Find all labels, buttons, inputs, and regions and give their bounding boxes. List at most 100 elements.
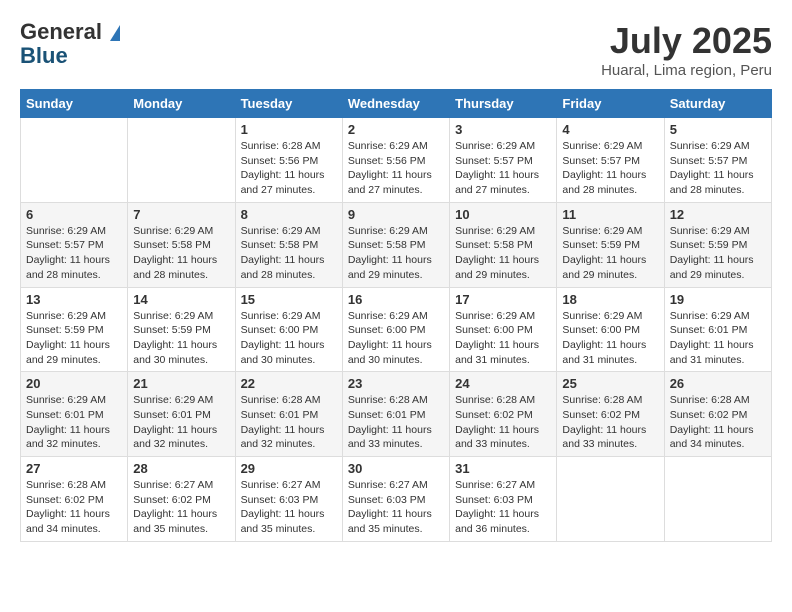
day-cell: 30 Sunrise: 6:27 AM Sunset: 6:03 PM Dayli… — [342, 457, 449, 542]
day-number: 16 — [348, 292, 444, 307]
weekday-header-row: SundayMondayTuesdayWednesdayThursdayFrid… — [21, 90, 772, 118]
day-number: 11 — [562, 207, 658, 222]
day-cell: 3 Sunrise: 6:29 AM Sunset: 5:57 PM Daylig… — [450, 118, 557, 203]
day-info: Sunrise: 6:29 AM Sunset: 6:00 PM Dayligh… — [562, 309, 658, 368]
day-cell: 15 Sunrise: 6:29 AM Sunset: 6:00 PM Dayli… — [235, 287, 342, 372]
day-info: Sunrise: 6:29 AM Sunset: 5:57 PM Dayligh… — [670, 139, 766, 198]
day-cell: 24 Sunrise: 6:28 AM Sunset: 6:02 PM Dayli… — [450, 372, 557, 457]
day-number: 5 — [670, 122, 766, 137]
day-number: 3 — [455, 122, 551, 137]
weekday-header-thursday: Thursday — [450, 90, 557, 118]
day-cell — [557, 457, 664, 542]
day-number: 27 — [26, 461, 122, 476]
day-number: 9 — [348, 207, 444, 222]
day-info: Sunrise: 6:29 AM Sunset: 6:00 PM Dayligh… — [455, 309, 551, 368]
day-cell — [664, 457, 771, 542]
weekday-header-monday: Monday — [128, 90, 235, 118]
day-number: 19 — [670, 292, 766, 307]
day-cell: 7 Sunrise: 6:29 AM Sunset: 5:58 PM Daylig… — [128, 202, 235, 287]
day-cell: 5 Sunrise: 6:29 AM Sunset: 5:57 PM Daylig… — [664, 118, 771, 203]
week-row-1: 1Sunrise: 6:28 AM Sunset: 5:56 PM Daylig… — [21, 118, 772, 203]
weekday-header-tuesday: Tuesday — [235, 90, 342, 118]
day-cell: 21 Sunrise: 6:29 AM Sunset: 6:01 PM Dayli… — [128, 372, 235, 457]
day-number: 15 — [241, 292, 337, 307]
day-cell: 16 Sunrise: 6:29 AM Sunset: 6:00 PM Dayli… — [342, 287, 449, 372]
day-cell: 29Sunrise: 6:27 AM Sunset: 6:03 PM Dayli… — [235, 457, 342, 542]
day-number: 30 — [348, 461, 444, 476]
day-number: 14 — [133, 292, 229, 307]
day-cell: 4 Sunrise: 6:29 AM Sunset: 5:57 PM Daylig… — [557, 118, 664, 203]
day-number: 8 — [241, 207, 337, 222]
day-cell: 19 Sunrise: 6:29 AM Sunset: 6:01 PM Dayli… — [664, 287, 771, 372]
day-info: Sunrise: 6:28 AM Sunset: 6:01 PM Dayligh… — [241, 393, 337, 452]
day-info: Sunrise: 6:28 AM Sunset: 6:02 PM Dayligh… — [562, 393, 658, 452]
day-info: Sunrise: 6:27 AM Sunset: 6:03 PM Dayligh… — [348, 478, 444, 537]
day-cell: 6Sunrise: 6:29 AM Sunset: 5:57 PM Daylig… — [21, 202, 128, 287]
day-cell: 2 Sunrise: 6:29 AM Sunset: 5:56 PM Daylig… — [342, 118, 449, 203]
day-info: Sunrise: 6:27 AM Sunset: 6:02 PM Dayligh… — [133, 478, 229, 537]
day-info: Sunrise: 6:29 AM Sunset: 5:57 PM Dayligh… — [26, 224, 122, 283]
day-info: Sunrise: 6:28 AM Sunset: 6:02 PM Dayligh… — [670, 393, 766, 452]
day-number: 28 — [133, 461, 229, 476]
day-info: Sunrise: 6:29 AM Sunset: 5:58 PM Dayligh… — [133, 224, 229, 283]
day-number: 29 — [241, 461, 337, 476]
day-info: Sunrise: 6:28 AM Sunset: 6:02 PM Dayligh… — [455, 393, 551, 452]
day-cell: 9Sunrise: 6:29 AM Sunset: 5:58 PM Daylig… — [342, 202, 449, 287]
weekday-header-wednesday: Wednesday — [342, 90, 449, 118]
weekday-header-saturday: Saturday — [664, 90, 771, 118]
day-number: 22 — [241, 376, 337, 391]
day-info: Sunrise: 6:27 AM Sunset: 6:03 PM Dayligh… — [455, 478, 551, 537]
day-info: Sunrise: 6:29 AM Sunset: 6:01 PM Dayligh… — [133, 393, 229, 452]
day-cell: 20 Sunrise: 6:29 AM Sunset: 6:01 PM Dayli… — [21, 372, 128, 457]
weekday-header-friday: Friday — [557, 90, 664, 118]
day-cell: 13 Sunrise: 6:29 AM Sunset: 5:59 PM Dayli… — [21, 287, 128, 372]
logo-blue: Blue — [20, 44, 120, 68]
weekday-header-sunday: Sunday — [21, 90, 128, 118]
day-cell: 28 Sunrise: 6:27 AM Sunset: 6:02 PM Dayli… — [128, 457, 235, 542]
calendar-table: SundayMondayTuesdayWednesdayThursdayFrid… — [20, 89, 772, 542]
day-cell: 1Sunrise: 6:28 AM Sunset: 5:56 PM Daylig… — [235, 118, 342, 203]
day-number: 25 — [562, 376, 658, 391]
day-info: Sunrise: 6:29 AM Sunset: 6:01 PM Dayligh… — [670, 309, 766, 368]
day-info: Sunrise: 6:28 AM Sunset: 6:01 PM Dayligh… — [348, 393, 444, 452]
day-info: Sunrise: 6:29 AM Sunset: 6:01 PM Dayligh… — [26, 393, 122, 452]
week-row-4: 20 Sunrise: 6:29 AM Sunset: 6:01 PM Dayli… — [21, 372, 772, 457]
day-cell: 31 Sunrise: 6:27 AM Sunset: 6:03 PM Dayli… — [450, 457, 557, 542]
day-cell: 26Sunrise: 6:28 AM Sunset: 6:02 PM Dayli… — [664, 372, 771, 457]
day-number: 24 — [455, 376, 551, 391]
day-info: Sunrise: 6:29 AM Sunset: 6:00 PM Dayligh… — [241, 309, 337, 368]
day-number: 23 — [348, 376, 444, 391]
day-info: Sunrise: 6:29 AM Sunset: 6:00 PM Dayligh… — [348, 309, 444, 368]
week-row-5: 27 Sunrise: 6:28 AM Sunset: 6:02 PM Dayli… — [21, 457, 772, 542]
day-cell: 27 Sunrise: 6:28 AM Sunset: 6:02 PM Dayli… — [21, 457, 128, 542]
day-cell: 11 Sunrise: 6:29 AM Sunset: 5:59 PM Dayli… — [557, 202, 664, 287]
day-number: 20 — [26, 376, 122, 391]
month-year: July 2025 — [601, 20, 772, 62]
day-number: 21 — [133, 376, 229, 391]
logo-general: General — [20, 20, 120, 44]
day-info: Sunrise: 6:29 AM Sunset: 5:59 PM Dayligh… — [26, 309, 122, 368]
day-cell: 25 Sunrise: 6:28 AM Sunset: 6:02 PM Dayli… — [557, 372, 664, 457]
location: Huaral, Lima region, Peru — [601, 62, 772, 79]
page-header: General Blue July 2025 Huaral, Lima regi… — [20, 20, 772, 79]
day-number: 13 — [26, 292, 122, 307]
day-info: Sunrise: 6:28 AM Sunset: 6:02 PM Dayligh… — [26, 478, 122, 537]
day-number: 7 — [133, 207, 229, 222]
day-number: 17 — [455, 292, 551, 307]
day-info: Sunrise: 6:29 AM Sunset: 5:59 PM Dayligh… — [133, 309, 229, 368]
day-cell — [21, 118, 128, 203]
day-number: 18 — [562, 292, 658, 307]
day-info: Sunrise: 6:29 AM Sunset: 5:59 PM Dayligh… — [562, 224, 658, 283]
day-number: 31 — [455, 461, 551, 476]
day-number: 4 — [562, 122, 658, 137]
day-cell: 14 Sunrise: 6:29 AM Sunset: 5:59 PM Dayli… — [128, 287, 235, 372]
day-info: Sunrise: 6:29 AM Sunset: 5:56 PM Dayligh… — [348, 139, 444, 198]
day-info: Sunrise: 6:29 AM Sunset: 5:57 PM Dayligh… — [562, 139, 658, 198]
day-number: 2 — [348, 122, 444, 137]
day-info: Sunrise: 6:29 AM Sunset: 5:58 PM Dayligh… — [241, 224, 337, 283]
day-info: Sunrise: 6:29 AM Sunset: 5:58 PM Dayligh… — [455, 224, 551, 283]
day-info: Sunrise: 6:29 AM Sunset: 5:59 PM Dayligh… — [670, 224, 766, 283]
day-info: Sunrise: 6:29 AM Sunset: 5:57 PM Dayligh… — [455, 139, 551, 198]
week-row-2: 6Sunrise: 6:29 AM Sunset: 5:57 PM Daylig… — [21, 202, 772, 287]
day-cell — [128, 118, 235, 203]
